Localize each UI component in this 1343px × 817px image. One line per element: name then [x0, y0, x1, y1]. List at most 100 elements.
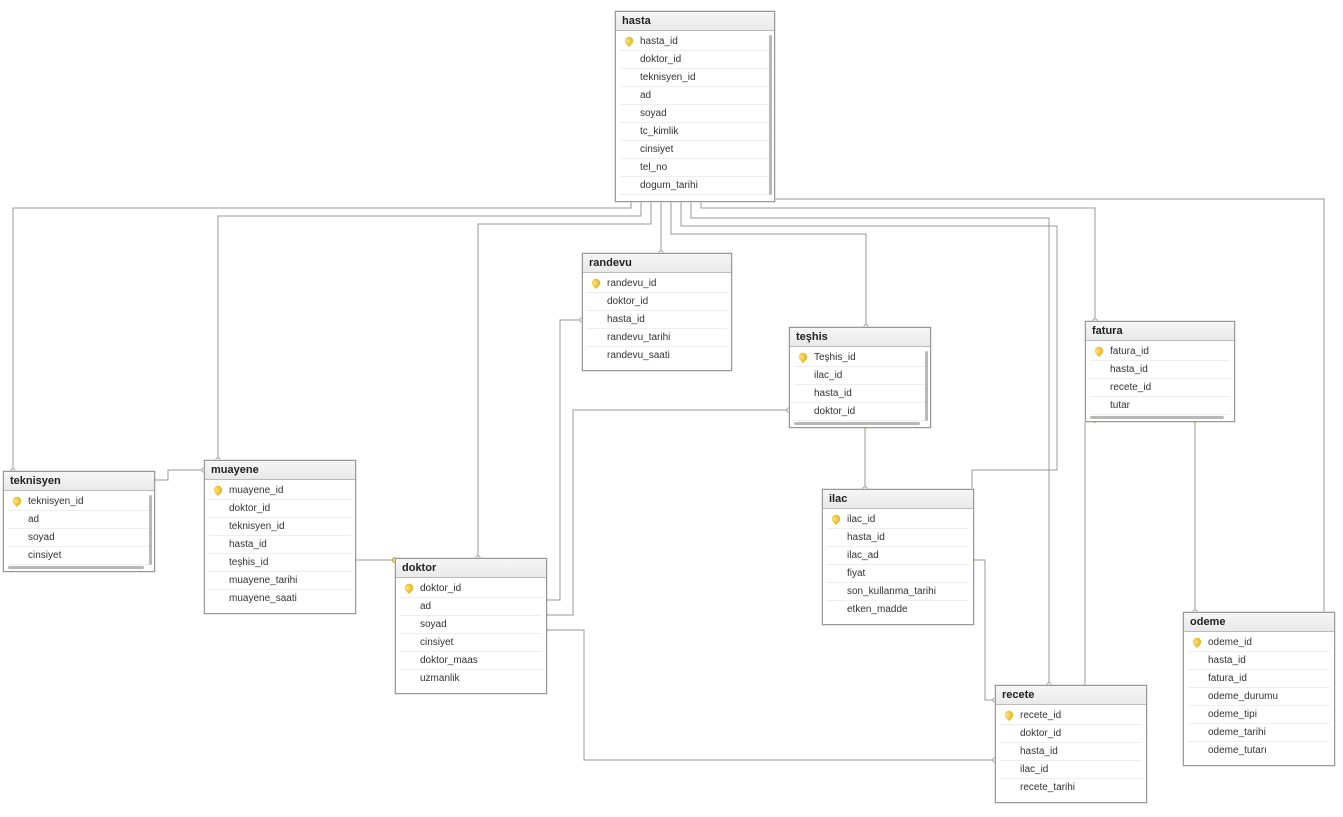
- table-odeme[interactable]: odeme odeme_idhasta_id fatura_id odeme_duru…: [1183, 612, 1335, 766]
- scrollbar-vertical[interactable]: [769, 35, 772, 195]
- table-muayene[interactable]: muayene muayene_iddoktor_idteknisyen_idha…: [204, 460, 356, 614]
- column-row[interactable]: muayene_tarihi: [209, 572, 351, 590]
- column-row[interactable]: hasta_id: [794, 385, 926, 403]
- relationship-line[interactable]: [1085, 420, 1145, 730]
- scrollbar-vertical[interactable]: [925, 351, 928, 421]
- column-row[interactable]: odeme_tutarı: [1188, 742, 1330, 759]
- column-row[interactable]: uzmanlik: [400, 670, 542, 687]
- scrollbar-horizontal[interactable]: [8, 566, 144, 569]
- relationship-line[interactable]: [153, 470, 204, 480]
- table-randevu[interactable]: randevurandevu_iddoktor_idhasta_idrandev…: [582, 253, 732, 371]
- relationship-line[interactable]: [13, 197, 631, 471]
- column-row[interactable]: ad: [8, 511, 150, 529]
- table-header[interactable]: doktor: [396, 559, 546, 578]
- column-row[interactable]: hasta_id: [1000, 743, 1142, 761]
- column-row[interactable]: doktor_id: [209, 500, 351, 518]
- column-name: hasta_id: [1020, 746, 1138, 757]
- scrollbar-vertical[interactable]: [149, 495, 152, 565]
- er-diagram-canvas[interactable]: hastahasta_iddoktor_idteknisyen_idadsoya…: [0, 0, 1343, 817]
- column-row[interactable]: cinsiyet: [620, 141, 770, 159]
- column-row[interactable]: odeme_id: [1188, 634, 1330, 652]
- relationship-line[interactable]: [545, 320, 582, 600]
- column-row[interactable]: teknisyen_id: [209, 518, 351, 536]
- table-header[interactable]: muayene: [205, 461, 355, 480]
- column-row[interactable]: ilac_id: [1000, 761, 1142, 779]
- column-row[interactable]: ilac_ad: [827, 547, 969, 565]
- column-row[interactable]: tel_no: [620, 159, 770, 177]
- column-row[interactable]: ad: [620, 87, 770, 105]
- column-row[interactable]: cinsiyet: [8, 547, 150, 565]
- table-doktor[interactable]: doktor doktor_idadsoyadcinsiyetdoktor_maa…: [395, 558, 547, 694]
- relationship-line[interactable]: [545, 630, 995, 760]
- column-row[interactable]: teşhis_id: [209, 554, 351, 572]
- column-row[interactable]: hasta_id: [827, 529, 969, 547]
- column-row[interactable]: recete_id: [1090, 379, 1230, 397]
- column-row[interactable]: doktor_id: [620, 51, 770, 69]
- column-name: ilac_id: [814, 370, 922, 381]
- column-name: ad: [28, 514, 146, 525]
- column-row[interactable]: tutar: [1090, 397, 1230, 415]
- table-fatura[interactable]: fatura fatura_idhasta_idrecete_idtutar: [1085, 321, 1235, 422]
- column-row[interactable]: recete_id: [1000, 707, 1142, 725]
- relationship-line[interactable]: [545, 410, 789, 615]
- column-row[interactable]: ad: [400, 598, 542, 616]
- column-row[interactable]: doktor_id: [400, 580, 542, 598]
- relationship-line[interactable]: [478, 197, 651, 558]
- relationship-line[interactable]: [218, 197, 641, 460]
- column-row[interactable]: randevu_saati: [587, 347, 727, 364]
- column-row[interactable]: soyad: [620, 105, 770, 123]
- column-row[interactable]: odeme_tarihi: [1188, 724, 1330, 742]
- table-teshis[interactable]: teşhis Teşhis_id ilac_id hasta_iddoktor_id: [789, 327, 931, 428]
- column-row[interactable]: doktor_id: [587, 293, 727, 311]
- primary-key-icon: [1094, 346, 1106, 358]
- column-row[interactable]: teknisyen_id: [620, 69, 770, 87]
- column-row[interactable]: teknisyen_id: [8, 493, 150, 511]
- scrollbar-horizontal[interactable]: [1090, 416, 1224, 419]
- table-header[interactable]: odeme: [1184, 613, 1334, 632]
- column-name: fatura_id: [1208, 673, 1326, 684]
- column-row[interactable]: etken_madde: [827, 601, 969, 618]
- column-row[interactable]: soyad: [400, 616, 542, 634]
- table-header[interactable]: teknisyen: [4, 472, 154, 491]
- table-hasta[interactable]: hasta hasta_iddoktor_idteknisyen_idadsoya…: [615, 11, 775, 202]
- scrollbar-horizontal[interactable]: [794, 422, 920, 425]
- table-header[interactable]: ilac: [823, 490, 973, 509]
- column-row[interactable]: odeme_tipi: [1188, 706, 1330, 724]
- column-row[interactable]: doktor_id: [794, 403, 926, 421]
- column-row[interactable]: hasta_id: [1188, 652, 1330, 670]
- column-row[interactable]: hasta_id: [620, 33, 770, 51]
- column-row[interactable]: fiyat: [827, 565, 969, 583]
- table-header[interactable]: recete: [996, 686, 1146, 705]
- column-row[interactable]: hasta_id: [209, 536, 351, 554]
- table-teknisyen[interactable]: teknisyen teknisyen_idad soyadcinsiyet: [3, 471, 155, 572]
- column-row[interactable]: muayene_saati: [209, 590, 351, 607]
- column-row[interactable]: doktor_maas: [400, 652, 542, 670]
- column-name: teşhis_id: [229, 557, 347, 568]
- column-row[interactable]: tc_kimlik: [620, 123, 770, 141]
- column-row[interactable]: Teşhis_id: [794, 349, 926, 367]
- column-row[interactable]: son_kullanma_tarihi: [827, 583, 969, 601]
- table-ilac[interactable]: ilac ilac_idhasta_idilac_adfiyatson_kulla…: [822, 489, 974, 625]
- table-header[interactable]: fatura: [1086, 322, 1234, 341]
- column-row[interactable]: hasta_id: [1090, 361, 1230, 379]
- column-row[interactable]: ilac_id: [827, 511, 969, 529]
- table-header[interactable]: randevu: [583, 254, 731, 273]
- column-row[interactable]: muayene_id: [209, 482, 351, 500]
- column-row[interactable]: odeme_durumu: [1188, 688, 1330, 706]
- table-recete[interactable]: recete recete_iddoktor_id hasta_id ilac_idr…: [995, 685, 1147, 803]
- column-row[interactable]: randevu_id: [587, 275, 727, 293]
- column-row[interactable]: dogum_tarihi: [620, 177, 770, 195]
- column-row[interactable]: randevu_tarihi: [587, 329, 727, 347]
- column-row[interactable]: soyad: [8, 529, 150, 547]
- column-row[interactable]: fatura_id: [1090, 343, 1230, 361]
- relationship-line[interactable]: [701, 197, 1095, 321]
- table-header[interactable]: hasta: [616, 12, 774, 31]
- column-row[interactable]: ilac_id: [794, 367, 926, 385]
- table-header[interactable]: teşhis: [790, 328, 930, 347]
- column-row[interactable]: hasta_id: [587, 311, 727, 329]
- column-row[interactable]: recete_tarihi: [1000, 779, 1142, 796]
- column-row[interactable]: doktor_id: [1000, 725, 1142, 743]
- column-row[interactable]: fatura_id: [1188, 670, 1330, 688]
- column-row[interactable]: cinsiyet: [400, 634, 542, 652]
- relationship-line[interactable]: [972, 560, 995, 700]
